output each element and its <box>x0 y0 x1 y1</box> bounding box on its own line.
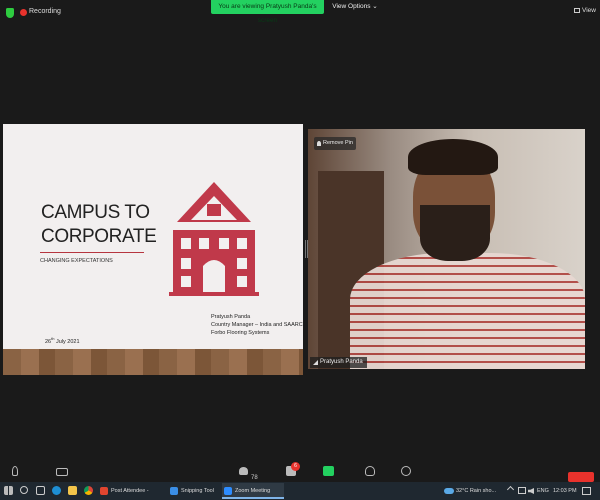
taskbar-app-zoom-meeting[interactable]: Zoom Meeting <box>222 483 284 499</box>
video-person-shirt <box>350 253 585 369</box>
participant-name-tag: Pratyush Panda <box>310 357 367 368</box>
slide-title-line-2: CORPORATE <box>41 226 157 247</box>
task-view-icon[interactable] <box>36 486 45 495</box>
windows-taskbar: Post Attendee - Zoo... Snipping Tool Zoo… <box>0 482 600 500</box>
share-screen-icon[interactable] <box>323 466 334 476</box>
remove-pin-button[interactable]: Remove Pin <box>314 137 356 150</box>
record-icon[interactable] <box>401 466 411 476</box>
language-indicator[interactable]: ENG <box>537 482 549 500</box>
video-person-hair <box>408 139 498 175</box>
view-label: View <box>582 7 596 14</box>
slide-title: CAMPUS TO CORPORATE <box>41 201 181 249</box>
taskbar-app-post-attendee[interactable]: Post Attendee - Zoo... <box>98 483 164 499</box>
clock-time[interactable]: 12:03 PM <box>553 482 577 500</box>
presenter-role: Country Manager – India and SAARC <box>211 322 303 328</box>
participant-name: Pratyush Panda <box>320 359 363 365</box>
meeting-top-bar: Recording You are viewing Pratyush Panda… <box>0 0 600 26</box>
college-building-icon <box>169 182 259 296</box>
view-options-button[interactable]: View Options ⌄ <box>332 0 378 14</box>
search-icon[interactable] <box>20 486 28 494</box>
view-options-label: View Options <box>332 3 371 10</box>
view-button[interactable]: View <box>574 7 596 14</box>
participants-count: 78 <box>251 475 258 481</box>
pin-icon <box>317 141 321 146</box>
chevron-up-icon[interactable] <box>506 485 515 494</box>
weather-cloud-icon <box>444 488 454 494</box>
remove-pin-label: Remove Pin <box>323 140 353 146</box>
weather-text[interactable]: 32°C Rain sho... <box>456 482 496 500</box>
security-shield-icon[interactable] <box>6 8 14 18</box>
chevron-down-icon: ⌄ <box>372 3 378 10</box>
participants-button[interactable]: 78 <box>239 466 258 481</box>
chrome-browser-icon[interactable] <box>84 486 93 495</box>
grid-view-icon <box>574 8 580 13</box>
slide-wood-floor <box>3 349 303 375</box>
presenter-info: Pratyush Panda Country Manager – India a… <box>211 313 303 337</box>
recording-label: Recording <box>29 8 61 15</box>
presenter-company: Forbo Flooring Systems <box>211 330 270 336</box>
meeting-controls-bar: 78 6 <box>0 462 600 482</box>
edge-browser-icon[interactable] <box>52 486 61 495</box>
reactions-icon[interactable] <box>365 466 375 476</box>
video-person-beard <box>420 205 490 261</box>
file-explorer-icon[interactable] <box>68 486 77 495</box>
network-icon[interactable] <box>518 487 526 494</box>
notification-icon[interactable] <box>582 487 591 495</box>
slide-title-line-1: CAMPUS TO <box>41 202 150 223</box>
chat-badge: 6 <box>291 462 300 471</box>
participants-icon <box>239 467 248 475</box>
signal-strength-icon <box>313 360 318 365</box>
slide-divider <box>40 252 144 253</box>
slide-date: 26th July 2021 <box>45 336 80 345</box>
shared-screen-slide: CAMPUS TO CORPORATE CHANGING EXPECTATION… <box>3 124 303 375</box>
video-camera-icon[interactable] <box>56 468 68 476</box>
slide-subtitle: CHANGING EXPECTATIONS <box>40 258 113 264</box>
participant-video-tile[interactable]: Remove Pin Pratyush Panda <box>308 129 585 369</box>
recording-icon <box>20 9 27 16</box>
taskbar-app-snipping-tool[interactable]: Snipping Tool <box>168 483 218 499</box>
windows-start-icon[interactable] <box>4 486 13 495</box>
presenter-name: Pratyush Panda <box>211 314 251 320</box>
viewing-screen-banner: You are viewing Pratyush Panda's screen <box>211 0 324 24</box>
end-meeting-button[interactable] <box>568 472 594 482</box>
volume-icon[interactable] <box>528 488 534 494</box>
microphone-icon[interactable] <box>12 466 18 476</box>
